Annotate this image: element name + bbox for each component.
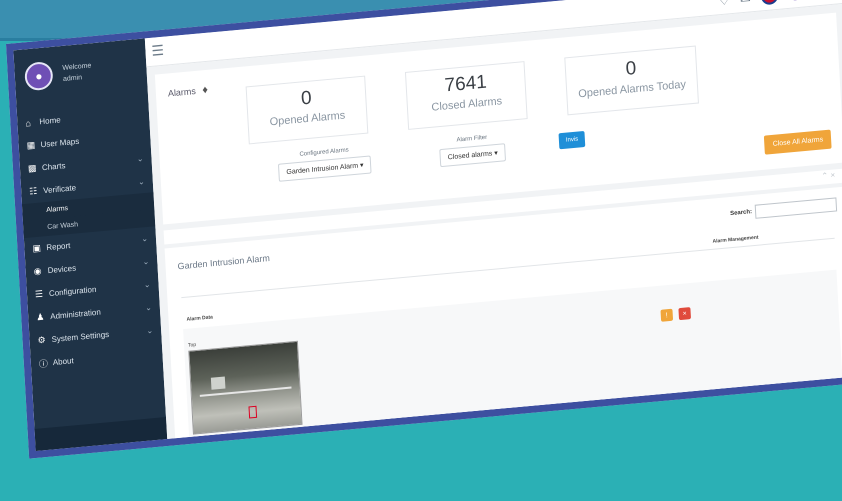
caret-down-icon: ▾ bbox=[494, 149, 498, 158]
user-name: admin bbox=[62, 74, 83, 83]
sliders-icon: ☰ bbox=[34, 288, 44, 300]
menu-icon[interactable]: ☰ bbox=[151, 42, 164, 60]
stat-closed-alarms: 7641 Closed Alarms bbox=[404, 61, 528, 130]
invis-button[interactable]: Invis bbox=[558, 130, 586, 150]
chevron-down-icon: ⌄ bbox=[143, 279, 151, 290]
column-header-alarm-data[interactable]: Alarm Data bbox=[186, 314, 213, 322]
caret-down-icon: ▾ bbox=[359, 162, 364, 170]
chevron-down-icon: ⌄ bbox=[142, 256, 150, 267]
alarm-delete-button[interactable]: × bbox=[678, 307, 692, 321]
search-group: Search: bbox=[730, 197, 838, 221]
column-header-alarm-management[interactable]: Alarm Management bbox=[712, 235, 758, 245]
file-icon: ▣ bbox=[32, 242, 42, 254]
sidebar-subitem-label: Alarms bbox=[46, 205, 69, 215]
camera-label: Top bbox=[187, 342, 197, 349]
search-input[interactable] bbox=[754, 197, 838, 219]
configured-alarms-group: Configured Alarms Garden Intrusion Alarm… bbox=[277, 145, 373, 182]
bell-icon[interactable]: ♢ bbox=[718, 0, 731, 9]
table-title: Garden Intrusion Alarm bbox=[177, 252, 271, 272]
mail-icon[interactable]: ✉ bbox=[739, 0, 751, 7]
alarm-warning-button[interactable]: ! bbox=[660, 308, 674, 322]
sidebar-item-label: About bbox=[52, 356, 74, 368]
alarm-filter-group: Alarm Filter Closed alarms ▾ bbox=[439, 133, 507, 168]
map-icon: ▦ bbox=[26, 139, 36, 151]
sidebar-item-label: User Maps bbox=[40, 136, 80, 150]
chevron-down-icon: ⌄ bbox=[137, 176, 146, 187]
configured-alarms-value: Garden Intrusion Alarm bbox=[286, 162, 359, 177]
sidebar-item-label: Administration bbox=[50, 307, 101, 322]
sidebar-item-label: Devices bbox=[47, 263, 77, 276]
bell-icon: ♦ bbox=[201, 83, 209, 97]
alarm-filter-select[interactable]: Closed alarms ▾ bbox=[439, 143, 507, 168]
cogs-icon: ⚙ bbox=[37, 334, 46, 346]
stat-opened-alarms: 0 Opened Alarms bbox=[245, 75, 369, 145]
sitemap-icon: ☷ bbox=[28, 185, 38, 197]
sidebar-item-label: Configuration bbox=[48, 284, 97, 299]
alarm-filter-value: Closed alarms bbox=[447, 150, 493, 162]
user-avatar-icon[interactable] bbox=[787, 0, 803, 2]
collapse-icon[interactable]: ⌃ bbox=[821, 171, 828, 181]
users-icon: ♟ bbox=[36, 311, 45, 323]
sidebar-item-label: Charts bbox=[41, 161, 66, 173]
sidebar-item-label: Home bbox=[39, 115, 61, 127]
stat-opened-today: 0 Opened Alarms Today bbox=[564, 45, 699, 116]
avatar[interactable]: ● bbox=[24, 60, 54, 92]
info-icon: ⓘ bbox=[38, 358, 49, 370]
home-icon: ⌂ bbox=[25, 117, 32, 129]
app-window: ● Welcome admin ⌂ Home ▦ User Maps ▩ Cha… bbox=[6, 0, 842, 459]
configured-alarms-select[interactable]: Garden Intrusion Alarm ▾ bbox=[277, 155, 373, 182]
language-flag-icon[interactable] bbox=[760, 0, 779, 6]
sidebar-footer bbox=[34, 417, 168, 451]
page-title: Alarms bbox=[167, 85, 197, 99]
sidebar-item-label: Report bbox=[46, 241, 71, 253]
chevron-down-icon: ⌄ bbox=[144, 302, 153, 313]
close-all-alarms-button[interactable]: Close All Alarms bbox=[764, 129, 832, 155]
sidebar-item-label: Verificate bbox=[42, 183, 77, 196]
camera-icon: ◉ bbox=[33, 265, 42, 277]
main-content: Alarms ♦ 0 Opened Alarms 7641 Closed Ala… bbox=[146, 3, 842, 442]
camera-snapshot[interactable] bbox=[188, 340, 303, 435]
sidebar-subitem-label: Car Wash bbox=[47, 221, 79, 232]
sidebar-item-label: System Settings bbox=[51, 329, 110, 345]
sidebar: ● Welcome admin ⌂ Home ▦ User Maps ▩ Cha… bbox=[13, 38, 168, 451]
chevron-down-icon: ⌄ bbox=[141, 233, 149, 244]
search-label: Search: bbox=[730, 209, 753, 218]
close-icon[interactable]: × bbox=[830, 170, 835, 179]
chevron-down-icon: ⌄ bbox=[146, 325, 154, 336]
chevron-down-icon: ⌄ bbox=[136, 154, 144, 164]
bar-chart-icon: ▩ bbox=[27, 162, 37, 174]
